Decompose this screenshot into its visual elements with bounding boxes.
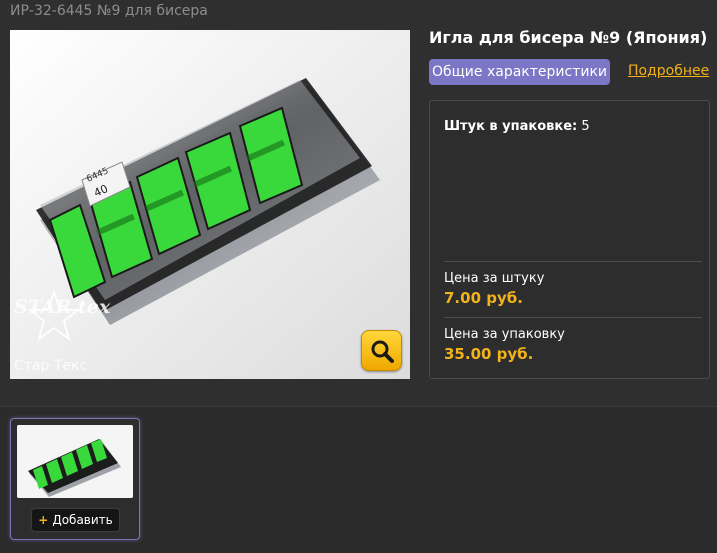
product-photo[interactable]: 6445 40 STAR tex Стар Текс xyxy=(10,30,410,379)
plus-icon: + xyxy=(38,513,49,527)
add-button-label: Добавить xyxy=(52,513,113,527)
needle-packs-image: 6445 40 STAR tex Стар Текс xyxy=(10,30,410,379)
add-button[interactable]: + Добавить xyxy=(31,508,120,532)
brand-watermark: STAR tex xyxy=(14,296,111,318)
unit-price-value: 7.00 руб. xyxy=(444,289,523,307)
brand-caption: Стар Текс xyxy=(14,358,87,374)
pack-price-label: Цена за упаковку xyxy=(444,327,565,342)
qty-row: Штук в упаковке: 5 xyxy=(444,119,590,134)
unit-price-label: Цена за штуку xyxy=(444,271,545,286)
magnifier-icon xyxy=(371,340,394,363)
tab-details-link[interactable]: Подробнее xyxy=(628,63,709,79)
product-view: ИР-32-6445 №9 для бисера 6445 40 STAR te… xyxy=(0,0,717,406)
zoom-button[interactable] xyxy=(361,330,402,371)
divider xyxy=(444,317,702,318)
specs-panel: Штук в упаковке: 5 Цена за штуку 7.00 ру… xyxy=(429,100,710,379)
thumbnail-image[interactable] xyxy=(17,425,133,498)
qty-value: 5 xyxy=(581,119,590,134)
tab-general-characteristics[interactable]: Общие характеристики xyxy=(429,59,610,85)
product-title: Игла для бисера №9 (Япония) xyxy=(429,28,708,47)
thumbnail-needle-packs xyxy=(17,425,133,498)
thumbnail-card[interactable]: + Добавить xyxy=(10,418,140,540)
divider xyxy=(0,406,717,407)
qty-label: Штук в упаковке: xyxy=(444,119,578,134)
article-header: ИР-32-6445 №9 для бисера xyxy=(10,3,208,19)
divider xyxy=(444,261,702,262)
pack-price-value: 35.00 руб. xyxy=(444,345,534,363)
